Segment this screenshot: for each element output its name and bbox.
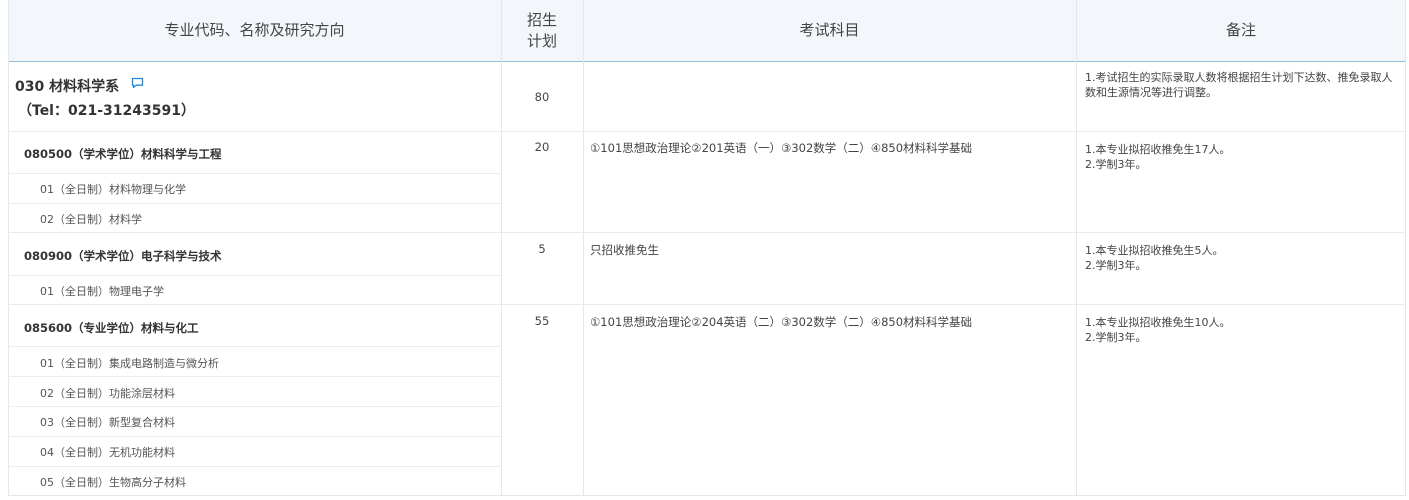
note-line: 1.本专业拟招收推免生10人。: [1085, 316, 1231, 329]
department-tel: （Tel：021-31243591）: [18, 103, 195, 119]
major-note: 1.本专业拟招收推免生5人。 2.学制3年。: [1085, 243, 1403, 273]
department-name: 030 材料科学系: [15, 79, 120, 95]
column-divider: [583, 0, 584, 496]
major-plan: 20: [534, 140, 550, 154]
header-plan-line1: 招生: [526, 10, 557, 29]
major-subjects: 只招收推免生: [590, 243, 659, 257]
table-bottom-border: [8, 495, 1406, 496]
department-plan: 80: [534, 90, 550, 104]
note-line: 2.学制3年。: [1085, 259, 1147, 272]
major-note: 1.本专业拟招收推免生10人。 2.学制3年。: [1085, 315, 1403, 345]
direction-item: 02（全日制）材料学: [40, 213, 142, 226]
direction-item: 05（全日制）生物高分子材料: [40, 476, 186, 489]
note-line: 2.学制3年。: [1085, 331, 1147, 344]
major-title: 080500（学术学位）材料科学与工程: [24, 147, 222, 161]
column-divider: [1076, 0, 1077, 496]
note-line: 1.本专业拟招收推免生17人。: [1085, 143, 1231, 156]
note-line: 1.本专业拟招收推免生5人。: [1085, 244, 1224, 257]
admission-table: 专业代码、名称及研究方向 招生 计划 考试科目 备注 030 材料科学系 （Te…: [8, 0, 1406, 496]
direction-item: 03（全日制）新型复合材料: [40, 416, 175, 429]
row-divider: [8, 131, 1406, 132]
sub-divider: [8, 436, 501, 437]
direction-item: 01（全日制）集成电路制造与微分析: [40, 357, 219, 370]
sub-divider: [8, 203, 501, 204]
row-divider: [8, 304, 1406, 305]
department-note: 1.考试招生的实际录取人数将根据招生计划下达数、推免录取人数和生源情况等进行调整…: [1085, 71, 1393, 99]
direction-item: 04（全日制）无机功能材料: [40, 446, 175, 459]
sub-divider: [8, 466, 501, 467]
header-major: 专业代码、名称及研究方向: [164, 21, 345, 39]
direction-item: 01（全日制）物理电子学: [40, 285, 164, 298]
major-plan: 55: [534, 314, 550, 328]
major-title: 080900（学术学位）电子科学与技术: [24, 249, 222, 263]
header-notes: 备注: [1225, 21, 1256, 39]
sub-divider: [8, 173, 501, 174]
sub-divider: [8, 275, 501, 276]
major-plan: 5: [538, 242, 546, 256]
sub-divider: [8, 376, 501, 377]
row-divider: [8, 232, 1406, 233]
major-note: 1.本专业拟招收推免生17人。 2.学制3年。: [1085, 142, 1403, 172]
sub-divider: [8, 406, 501, 407]
sub-divider: [8, 346, 501, 347]
major-title: 085600（专业学位）材料与化工: [24, 321, 199, 335]
major-subjects: ①101思想政治理论②201英语（一）③302数学（二）④850材料科学基础: [590, 141, 973, 155]
comment-icon[interactable]: [131, 77, 144, 89]
direction-item: 01（全日制）材料物理与化学: [40, 183, 186, 196]
column-divider: [1405, 0, 1406, 496]
header-plan-line2: 计划: [526, 31, 557, 50]
note-line: 2.学制3年。: [1085, 158, 1147, 171]
header-plan: 招生 计划: [501, 0, 583, 61]
direction-item: 02（全日制）功能涂层材料: [40, 387, 175, 400]
major-subjects: ①101思想政治理论②204英语（二）③302数学（二）④850材料科学基础: [590, 315, 973, 329]
column-divider: [8, 0, 9, 496]
table-header: 专业代码、名称及研究方向 招生 计划 考试科目 备注: [8, 0, 1406, 62]
header-subjects: 考试科目: [799, 21, 860, 39]
